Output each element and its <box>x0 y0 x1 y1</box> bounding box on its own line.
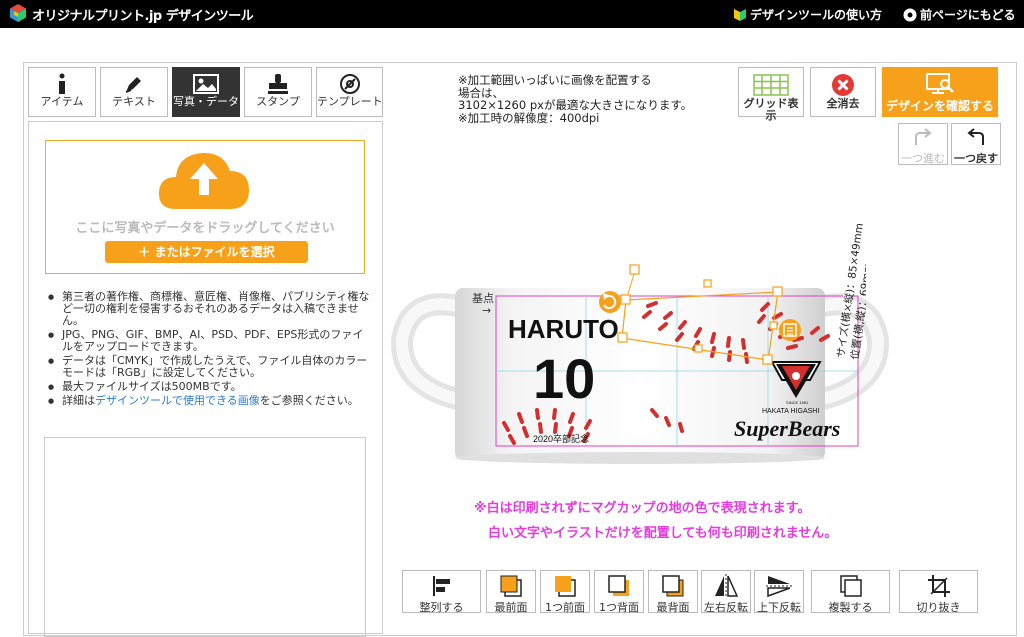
note-details: 詳細はデザインツールで使用できる画像をご参照ください。 <box>44 394 370 408</box>
resize-handle[interactable] <box>703 279 712 288</box>
bring-to-front-button[interactable]: 最前面 <box>486 570 536 614</box>
stamp-icon <box>268 74 288 94</box>
duplicate-button[interactable]: 複製する <box>811 570 890 614</box>
logo-icon <box>10 4 26 22</box>
origin-arrow-icon: → <box>482 304 491 317</box>
resize-handle[interactable] <box>762 354 773 365</box>
grid-icon <box>753 74 789 96</box>
note-max-size: 最大ファイルサイズは500MBです。 <box>44 381 370 394</box>
flip-horizontal-button[interactable]: 左右反転 <box>701 570 751 614</box>
since-text: SINCE 1981 <box>786 400 809 405</box>
help-link[interactable]: デザインツールの使い方 <box>733 6 882 23</box>
bring-forward-button[interactable]: 1つ前面 <box>540 570 590 614</box>
bring-forward-icon <box>555 576 576 597</box>
align-button[interactable]: 整列する <box>402 570 481 614</box>
grid-toggle-button[interactable]: グリッド表示 <box>738 67 804 122</box>
confirm-design-button[interactable]: デザインを確認する <box>882 67 998 117</box>
usable-images-link[interactable]: デザインツールで使用できる画像 <box>95 394 260 407</box>
flip-horizontal-icon <box>715 574 739 598</box>
crop-icon <box>927 575 950 597</box>
close-circle-icon <box>832 74 854 96</box>
resize-handle[interactable] <box>772 286 783 297</box>
send-to-back-icon <box>662 575 684 597</box>
uploaded-images-list[interactable] <box>44 437 366 637</box>
mug-bottom-shadow <box>455 452 825 464</box>
size-position-readout: サイズ(横×縦)：85×49mm 位置(横,縦)：69mm, -14mm <box>834 162 866 360</box>
back-link[interactable]: 前ページにもどる <box>903 6 1016 23</box>
note-formats: JPG、PNG、GIF、BMP、AI、PSD、PDF、EPS形式のファイルをアッ… <box>44 329 370 353</box>
tab-item[interactable]: アイテム <box>28 67 96 117</box>
send-to-back-button[interactable]: 最背面 <box>648 570 698 614</box>
redo-button[interactable]: 一つ進む <box>898 123 948 165</box>
back-circle-icon <box>903 8 917 21</box>
undo-button[interactable]: 一つ戻す <box>951 123 1001 165</box>
pen-icon <box>125 77 141 93</box>
resize-handle[interactable] <box>694 344 703 353</box>
duplicate-icon <box>839 575 862 597</box>
select-file-button[interactable]: ＋ またはファイルを選択 <box>105 241 308 263</box>
template-icon <box>339 74 360 94</box>
cloud-upload-icon <box>158 152 249 209</box>
print-area-info: ※加工範囲いっぱいに画像を配置する 場合は、 3102×1260 pxが最適な大… <box>458 73 693 125</box>
layer-menu-icon[interactable] <box>779 319 801 341</box>
resize-handle[interactable] <box>769 321 778 330</box>
upload-notes: 第三者の著作権、商標権、意匠権、肖像権、パブリシティ権など一切の権利を侵害するお… <box>44 291 370 409</box>
number-text[interactable]: 10 <box>533 347 595 410</box>
rotate-anchor-handle[interactable] <box>629 264 640 275</box>
upload-dropzone[interactable]: ここに写真やデータをドラッグしてください ＋ またはファイルを選択 <box>45 140 365 274</box>
white-warning-1: ※白は印刷されずにマグカップの地の色で表現されます。 <box>474 501 811 516</box>
tab-stamp[interactable]: スタンプ <box>244 67 312 117</box>
tab-text[interactable]: テキスト <box>100 67 168 117</box>
beginner-mark-icon <box>734 8 746 21</box>
drop-instruction: ここに写真やデータをドラッグしてください <box>75 221 335 236</box>
memorial-text[interactable]: 2020卒部記念 <box>533 433 589 444</box>
white-warning-2: 白い文字やイラストだけを配置しても何も印刷されません。 <box>488 526 838 541</box>
align-icon <box>432 576 450 596</box>
team-big-text[interactable]: SuperBears <box>734 416 840 441</box>
redo-icon <box>915 128 932 145</box>
undo-icon <box>967 128 984 145</box>
note-color-mode: データは「CMYK」で作成したうえで、ファイル自体のカラーモードは「RGB」に設… <box>44 355 370 379</box>
crop-button[interactable]: 切り抜き <box>899 570 978 614</box>
flip-vertical-icon <box>766 576 792 598</box>
tab-template[interactable]: テンプレート <box>316 67 383 117</box>
resize-handle[interactable] <box>617 332 628 343</box>
note-rights: 第三者の著作権、商標権、意匠権、肖像権、パブリシティ権など一切の権利を侵害するお… <box>44 291 370 327</box>
flip-vertical-button[interactable]: 上下反転 <box>754 570 804 614</box>
top-bar: オリジナルプリント.jp デザインツール デザインツールの使い方 前ページにもど… <box>0 0 1024 28</box>
design-canvas[interactable]: HARUTO 10 2020卒部記念 SINCE 1981 HAKATA HIG… <box>390 140 890 480</box>
brand-title: オリジナルプリント.jp デザインツール <box>32 9 254 24</box>
send-backward-button[interactable]: 1つ背面 <box>594 570 644 614</box>
monitor-search-icon <box>926 73 954 94</box>
info-icon <box>59 73 65 94</box>
resize-handle[interactable] <box>620 294 631 305</box>
clear-all-button[interactable]: 全消去 <box>810 67 876 117</box>
rotate-icon[interactable] <box>599 291 621 313</box>
name-text[interactable]: HARUTO <box>508 314 619 344</box>
team-small-text[interactable]: HAKATA HIGASHI <box>762 408 819 415</box>
image-icon <box>193 74 219 94</box>
tab-photo-data[interactable]: 写真・データ <box>172 67 240 117</box>
send-backward-icon <box>608 575 629 596</box>
bring-to-front-icon <box>500 575 522 597</box>
